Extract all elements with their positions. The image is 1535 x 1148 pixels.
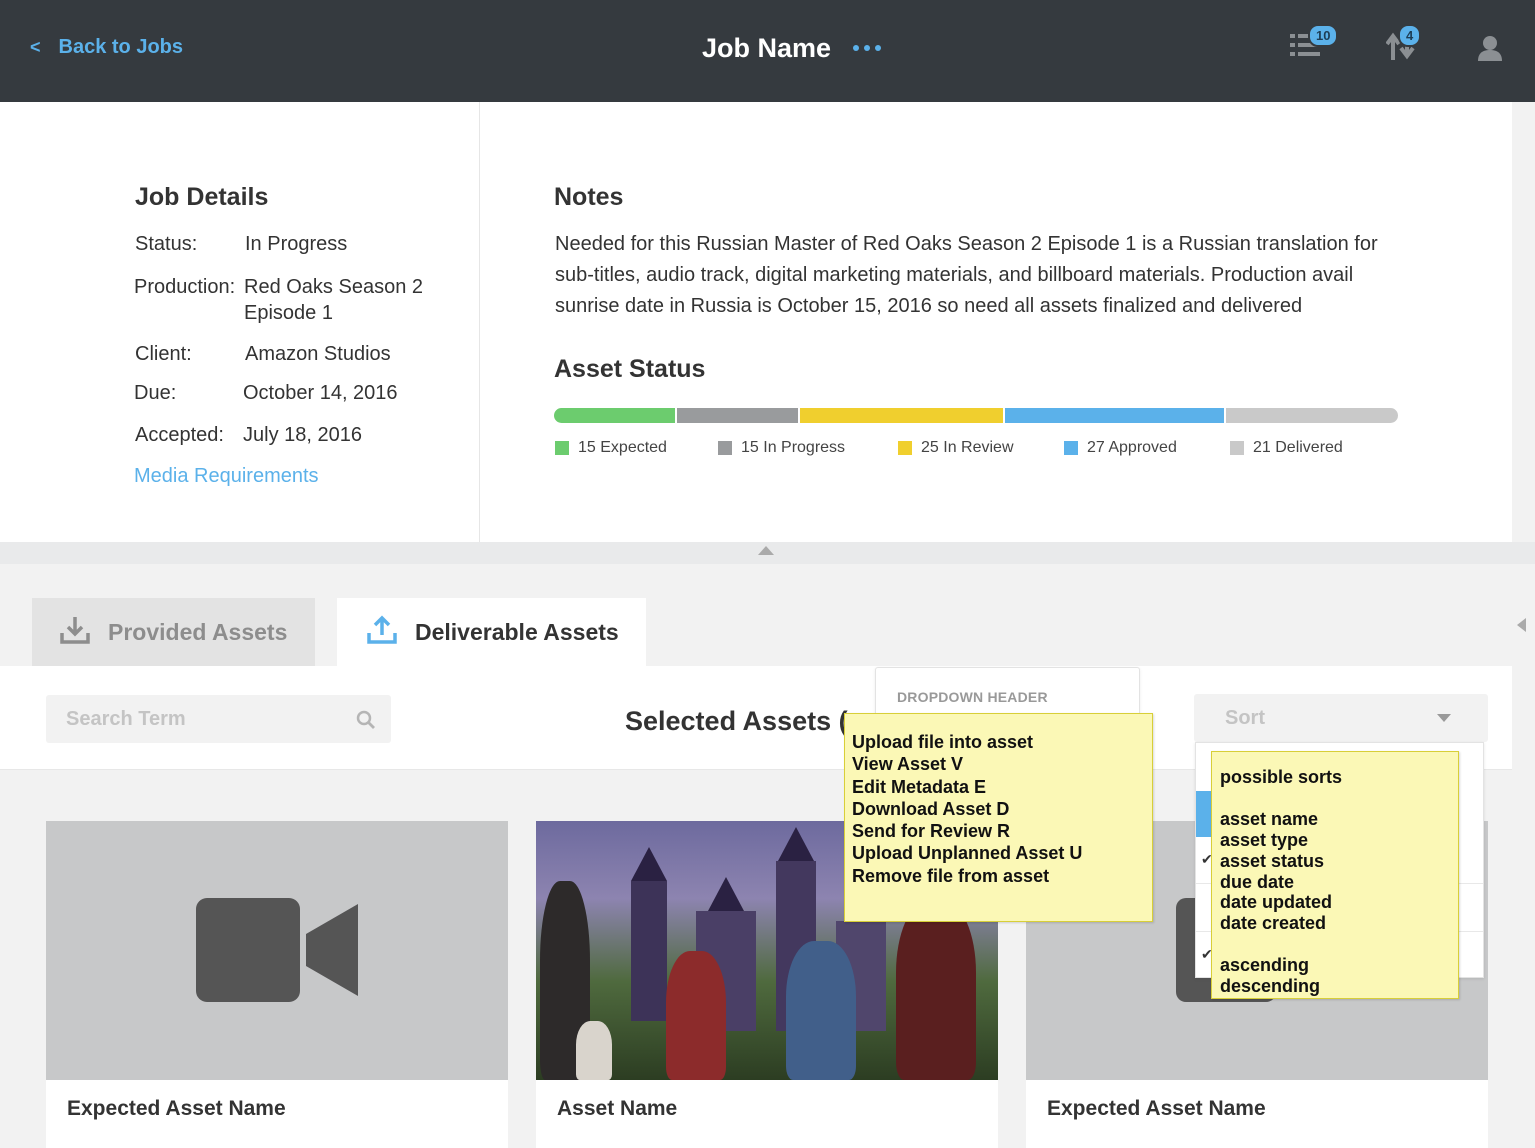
top-bar: < Back to Jobs Job Name 10 4 — [0, 0, 1535, 102]
actions-menu-note: Upload file into asset View Asset V Edit… — [844, 713, 1153, 922]
legend-in-progress: 15 In Progress — [718, 439, 845, 457]
legend-swatch — [1230, 441, 1244, 455]
status-segment — [799, 408, 1005, 423]
task-list-icon[interactable]: 10 — [1290, 24, 1339, 65]
legend-expected: 15 Expected — [555, 439, 667, 457]
chevron-down-icon — [1437, 714, 1451, 722]
selected-assets-title[interactable]: Selected Assets ( — [625, 706, 848, 737]
asset-card[interactable]: Expected Asset Name — [46, 821, 508, 1148]
production-value: Red Oaks Season 2 — [244, 276, 423, 298]
tasks-count-badge: 10 — [1308, 24, 1339, 47]
asset-status-heading: Asset Status — [554, 355, 706, 383]
status-segment — [554, 408, 677, 423]
status-segment — [1004, 408, 1226, 423]
sort-note-title: possible sorts — [1220, 767, 1343, 787]
transfer-arrows-icon[interactable]: 4 — [1385, 24, 1422, 67]
status-value: In Progress — [245, 233, 348, 255]
sort-note-spacer — [1220, 788, 1458, 809]
more-dots-icon[interactable] — [853, 45, 881, 51]
due-value: October 14, 2016 — [243, 382, 398, 404]
accepted-value: July 18, 2016 — [243, 424, 362, 446]
sort-label: Sort — [1225, 707, 1265, 729]
sort-dropdown[interactable]: Sort — [1194, 694, 1488, 742]
menu-item-remove-file[interactable]: Remove file from asset — [852, 865, 1152, 887]
sort-option-asset-status[interactable]: asset status — [1220, 851, 1458, 872]
asset-name: Asset Name — [557, 1097, 678, 1120]
tab-provided-assets[interactable]: Provided Assets — [32, 598, 315, 667]
side-panel-caret-icon[interactable] — [1517, 618, 1526, 632]
sort-note-spacer — [1220, 934, 1458, 955]
asset-name: Expected Asset Name — [67, 1097, 286, 1120]
production-label: Production: — [134, 276, 236, 298]
legend-swatch — [1064, 441, 1078, 455]
legend-in-review: 25 In Review — [898, 439, 1014, 457]
client-value: Amazon Studios — [245, 343, 391, 365]
sort-option-asset-name[interactable]: asset name — [1220, 809, 1458, 830]
user-avatar-icon[interactable] — [1477, 35, 1503, 66]
menu-item-view-asset[interactable]: View Asset V — [852, 753, 1152, 775]
sort-option-asset-type[interactable]: asset type — [1220, 830, 1458, 851]
dropdown-header: DROPDOWN HEADER — [897, 689, 1048, 705]
status-segment — [676, 408, 800, 423]
media-requirements-link[interactable]: Media Requirements — [134, 465, 319, 488]
upload-icon — [367, 615, 397, 651]
menu-item-send-for-review[interactable]: Send for Review R — [852, 820, 1152, 842]
notes-text: Needed for this Russian Master of Red Oa… — [555, 233, 1378, 317]
menu-item-upload-unplanned[interactable]: Upload Unplanned Asset U — [852, 842, 1152, 864]
sort-option-date-created[interactable]: date created — [1220, 913, 1458, 934]
asset-name: Expected Asset Name — [1047, 1097, 1266, 1120]
sort-option-ascending[interactable]: ascending — [1220, 955, 1458, 976]
client-label: Client: — [135, 343, 192, 365]
legend-approved: 27 Approved — [1064, 439, 1177, 457]
legend-swatch — [555, 441, 569, 455]
legend-label: 21 Delivered — [1253, 439, 1343, 456]
sort-option-due-date[interactable]: due date — [1220, 872, 1458, 893]
asset-status-bar — [554, 408, 1398, 423]
back-to-jobs-link[interactable]: < Back to Jobs — [30, 36, 183, 59]
notes-heading: Notes — [554, 183, 624, 211]
menu-item-edit-metadata[interactable]: Edit Metadata E — [852, 776, 1152, 798]
legend-swatch — [718, 441, 732, 455]
asset-thumbnail — [46, 821, 508, 1080]
collapse-caret-icon[interactable] — [758, 546, 774, 555]
tab-deliverable-assets[interactable]: Deliverable Assets — [337, 598, 646, 667]
menu-item-download-asset[interactable]: Download Asset D — [852, 798, 1152, 820]
back-chevron-icon: < — [30, 37, 41, 57]
production-value-line2: Episode 1 — [244, 302, 333, 324]
legend-swatch — [898, 441, 912, 455]
accepted-label: Accepted: — [135, 424, 224, 446]
search-icon[interactable] — [356, 710, 376, 735]
download-icon — [60, 615, 90, 651]
job-overview-panel: Job Details Status: In Progress Producti… — [0, 102, 1512, 542]
vertical-divider — [479, 102, 480, 542]
sort-option-date-updated[interactable]: date updated — [1220, 892, 1458, 913]
video-camera-icon — [196, 898, 358, 1002]
tab-label: Provided Assets — [108, 619, 288, 645]
menu-item-upload-file[interactable]: Upload file into asset — [852, 731, 1152, 753]
legend-label: 15 In Progress — [741, 439, 846, 456]
back-label: Back to Jobs — [58, 36, 183, 58]
legend-label: 15 Expected — [578, 439, 667, 456]
page-title: Job Name — [702, 33, 832, 63]
legend-label: 27 Approved — [1087, 439, 1177, 456]
status-label: Status: — [135, 233, 198, 255]
legend-label: 25 In Review — [921, 439, 1014, 456]
tab-label: Deliverable Assets — [415, 619, 619, 645]
sort-option-descending[interactable]: descending — [1220, 976, 1458, 997]
search-input[interactable] — [46, 695, 391, 743]
sort-options-note: possible sorts asset name asset type ass… — [1211, 751, 1459, 999]
legend-delivered: 21 Delivered — [1230, 439, 1343, 457]
status-segment — [1225, 408, 1398, 423]
job-details-heading: Job Details — [135, 183, 269, 211]
transfers-count-badge: 4 — [1398, 24, 1422, 47]
due-label: Due: — [134, 382, 177, 404]
